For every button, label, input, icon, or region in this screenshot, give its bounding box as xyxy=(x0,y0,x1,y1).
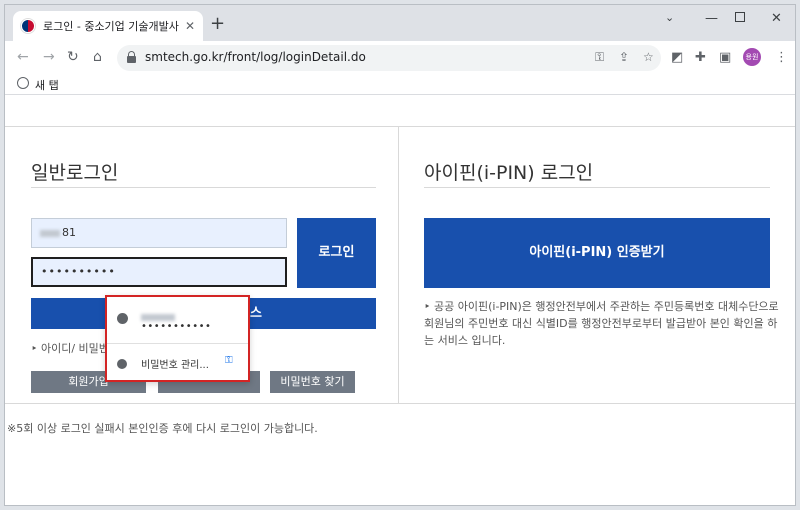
profile-avatar[interactable]: 용원 xyxy=(743,48,761,66)
ipin-description: ‣ 공공 아이핀(i-PIN)은 행정안전부에서 주관하는 주민등록번호 대체수… xyxy=(424,300,779,347)
column-divider xyxy=(398,126,399,404)
title-rule xyxy=(424,187,770,188)
new-tab-button[interactable]: + xyxy=(210,15,225,33)
chrome-icon xyxy=(117,359,127,369)
id-input[interactable]: 81 xyxy=(31,218,287,248)
manage-passwords-link[interactable]: 비밀번호 관리... xyxy=(141,356,209,371)
globe-icon xyxy=(17,77,29,89)
password-autofill-popup: ••••••••••• 비밀번호 관리... ⚿ xyxy=(105,295,250,382)
home-icon[interactable]: ⌂ xyxy=(93,49,102,65)
key-icon[interactable]: ⚿ xyxy=(595,50,604,65)
forward-icon[interactable]: → xyxy=(43,49,55,65)
sidepanel-icon[interactable]: ▣ xyxy=(719,50,731,65)
reload-icon[interactable]: ↻ xyxy=(67,49,79,65)
bookmarks-bar: 새 탭 xyxy=(5,73,795,95)
lock-icon[interactable] xyxy=(127,51,136,63)
saved-password: ••••••••••• xyxy=(141,321,212,332)
general-login-title: 일반로그인 xyxy=(31,162,119,184)
browser-tab[interactable]: 로그인 - 중소기업 기술개발사인 ✕ xyxy=(13,11,203,41)
bookmark-new-tab[interactable]: 새 탭 xyxy=(35,77,59,93)
share-icon[interactable]: ⇪ xyxy=(619,50,629,64)
star-icon[interactable]: ☆ xyxy=(643,50,654,64)
extension-icon[interactable]: ◩ xyxy=(671,50,683,65)
tab-strip: 로그인 - 중소기업 기술개발사인 ✕ + ⌄ — ✕ xyxy=(5,5,795,41)
taegeuk-favicon-icon xyxy=(21,19,35,33)
maximize-icon[interactable] xyxy=(735,11,745,26)
tab-search-icon[interactable]: ⌄ xyxy=(665,11,674,24)
back-icon[interactable]: ← xyxy=(17,49,29,65)
address-bar[interactable]: smtech.go.kr/front/log/loginDetail.do ⚿ … xyxy=(117,45,661,71)
password-input[interactable]: •••••••••• xyxy=(31,257,287,287)
browser-toolbar: ← → ↻ ⌂ smtech.go.kr/front/log/loginDeta… xyxy=(5,41,795,73)
window-close-icon[interactable]: ✕ xyxy=(771,11,782,26)
popup-separator xyxy=(107,343,248,344)
ipin-auth-button[interactable]: 아이핀(i-PIN) 인증받기 xyxy=(424,218,770,288)
globe-icon xyxy=(117,313,128,324)
tab-close-icon[interactable]: ✕ xyxy=(185,19,195,33)
url-text[interactable]: smtech.go.kr/front/log/loginDetail.do xyxy=(145,50,366,64)
minimize-icon[interactable]: — xyxy=(705,11,718,26)
ipin-login-title: 아이핀(i-PIN) 로그인 xyxy=(424,162,594,184)
saved-credential-item[interactable]: ••••••••••• xyxy=(107,297,248,341)
tab-title: 로그인 - 중소기업 기술개발사인 xyxy=(43,20,179,33)
login-failure-notice: ※5회 이상 로그인 실패시 본인인증 후에 다시 로그인이 가능합니다. xyxy=(7,422,318,435)
page-content: 일반로그인 81 •••••••••• 로그인 스 ‣ 아이디/ 비밀번 회원가… xyxy=(5,96,795,505)
puzzle-icon[interactable]: ✚ xyxy=(695,50,706,65)
find-id-text: ‣ 아이디/ 비밀번 xyxy=(31,342,109,355)
find-password-button[interactable]: 비밀번호 찾기 xyxy=(270,371,355,393)
menu-icon[interactable]: ⋮ xyxy=(775,50,788,65)
title-rule xyxy=(31,187,376,188)
key-icon: ⚿ xyxy=(225,355,233,366)
browser-window: 로그인 - 중소기업 기술개발사인 ✕ + ⌄ — ✕ ← → ↻ ⌂ smte… xyxy=(4,4,796,506)
login-button[interactable]: 로그인 xyxy=(297,218,376,288)
